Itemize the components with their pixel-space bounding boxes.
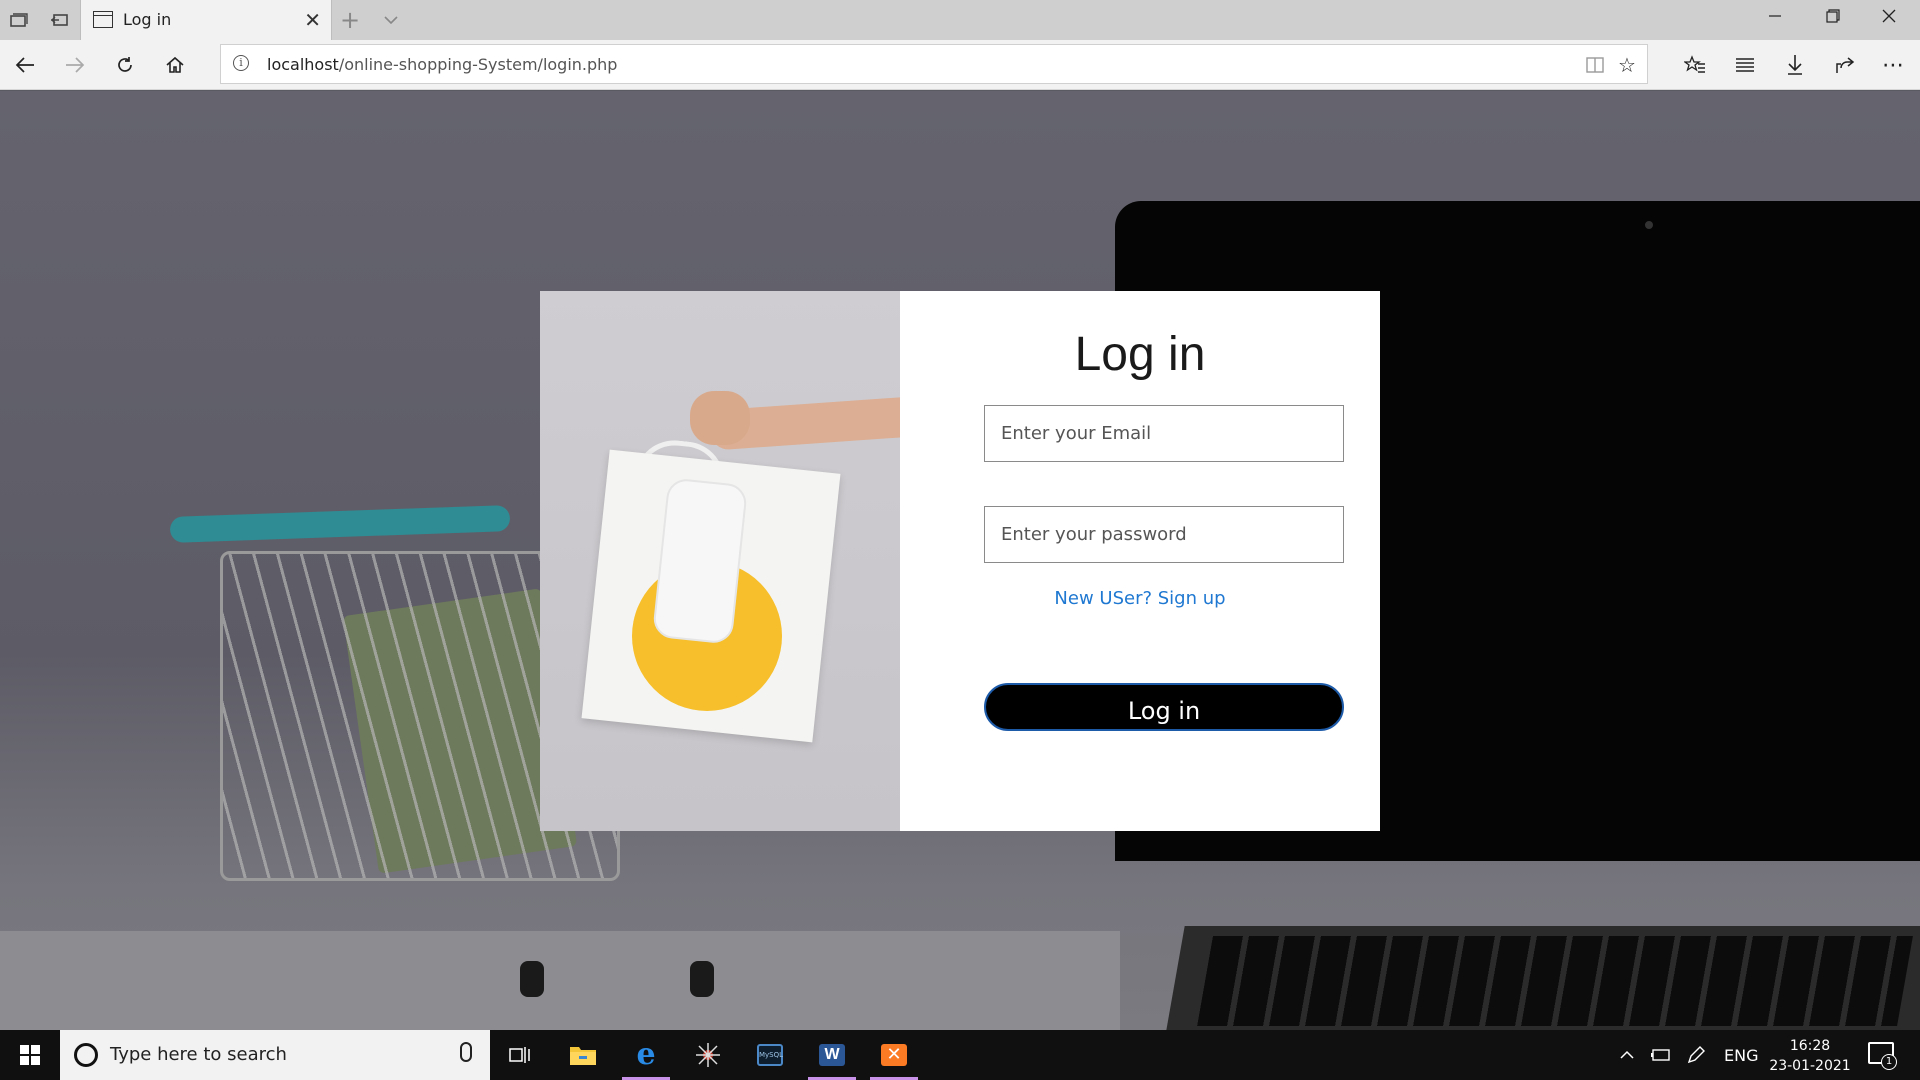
- clock[interactable]: 16:28 23-01-2021: [1760, 1036, 1860, 1076]
- login-form: Log in New USer? Sign up Log in: [900, 291, 1380, 831]
- favorite-star-icon[interactable]: ☆: [1613, 51, 1641, 79]
- email-input[interactable]: [984, 405, 1344, 462]
- restore-icon[interactable]: [1826, 8, 1840, 27]
- download-icon[interactable]: [1780, 50, 1810, 80]
- chevron-down-icon[interactable]: [384, 10, 398, 25]
- spider-icon[interactable]: [678, 1030, 738, 1080]
- page-icon: [93, 11, 113, 28]
- page-viewport: Log in New USer? Sign up Log in: [0, 91, 1920, 1030]
- refresh-icon[interactable]: [110, 50, 140, 80]
- login-button[interactable]: Log in: [984, 683, 1344, 731]
- browser-tab-bar: Log in ✕ +: [0, 0, 1920, 40]
- set-tabs-aside-icon[interactable]: [44, 6, 74, 34]
- notification-count-badge: 1: [1881, 1054, 1897, 1070]
- login-card: Log in New USer? Sign up Log in: [540, 291, 1380, 831]
- search-placeholder: Type here to search: [110, 1044, 287, 1065]
- start-button[interactable]: [0, 1030, 60, 1080]
- signup-link[interactable]: New USer? Sign up: [900, 588, 1380, 609]
- reading-list-icon[interactable]: [1730, 50, 1760, 80]
- windows-logo-icon: [20, 1045, 40, 1065]
- word-icon[interactable]: W: [802, 1030, 862, 1080]
- browser-nav-bar: i localhost/online-shopping-System/login…: [0, 40, 1920, 90]
- forward-icon[interactable]: [60, 50, 90, 80]
- pen-workspace-icon[interactable]: [1686, 1030, 1706, 1080]
- active-tab[interactable]: Log in ✕: [80, 0, 332, 40]
- task-view-icon[interactable]: [490, 1030, 550, 1080]
- background-keyboard-image: [1165, 926, 1920, 1030]
- reading-view-icon[interactable]: [1581, 51, 1609, 79]
- xampp-icon[interactable]: ✕: [864, 1030, 924, 1080]
- file-explorer-icon[interactable]: [553, 1030, 613, 1080]
- microphone-icon[interactable]: [460, 1042, 472, 1062]
- login-title: Log in: [1074, 328, 1206, 381]
- taskbar-search-box[interactable]: Type here to search: [60, 1030, 490, 1080]
- share-icon[interactable]: [1830, 50, 1860, 80]
- url-text[interactable]: localhost/online-shopping-System/login.p…: [267, 55, 617, 74]
- minimize-icon[interactable]: [1768, 8, 1782, 27]
- language-indicator[interactable]: ENG: [1724, 1030, 1758, 1080]
- close-window-icon[interactable]: [1882, 8, 1896, 27]
- address-bar[interactable]: i localhost/online-shopping-System/login…: [220, 44, 1648, 84]
- mysql-workbench-icon[interactable]: MySQL: [740, 1030, 800, 1080]
- site-info-icon[interactable]: i: [233, 55, 249, 71]
- favorites-icon[interactable]: [1680, 50, 1710, 80]
- show-hidden-icons-icon[interactable]: [1620, 1030, 1634, 1080]
- battery-icon[interactable]: [1650, 1030, 1672, 1080]
- taskbar: Type here to search e MySQL W ✕ ENG 16:2…: [0, 1030, 1920, 1080]
- back-icon[interactable]: [10, 50, 40, 80]
- password-input[interactable]: [984, 506, 1344, 563]
- shopping-bag-image: [540, 291, 900, 831]
- tabs-aside-icon[interactable]: [4, 6, 34, 34]
- edge-icon[interactable]: e: [616, 1030, 676, 1080]
- cortana-icon: [74, 1043, 98, 1067]
- close-tab-icon[interactable]: ✕: [304, 8, 321, 32]
- home-icon[interactable]: [160, 50, 190, 80]
- clock-date: 23-01-2021: [1769, 1058, 1851, 1074]
- more-icon[interactable]: ⋯: [1878, 50, 1908, 80]
- clock-time: 16:28: [1789, 1038, 1831, 1054]
- new-tab-icon[interactable]: +: [340, 6, 360, 34]
- tab-title: Log in: [123, 10, 172, 29]
